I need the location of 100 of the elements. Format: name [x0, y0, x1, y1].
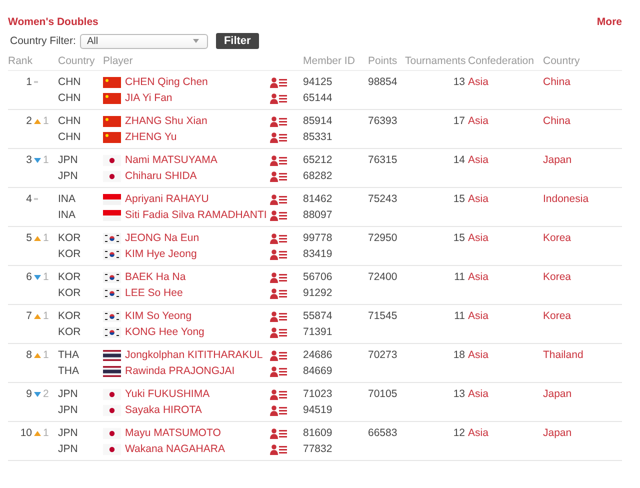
player-link[interactable]: Mayu MATSUMOTO — [125, 425, 221, 441]
profile-list-icon[interactable] — [270, 210, 287, 220]
tournament-count: 13 — [452, 387, 466, 402]
profile-list-icon[interactable] — [270, 76, 287, 88]
points: 72950 — [368, 231, 398, 246]
player-link[interactable]: Siti Fadia Silva RAMADHANTI — [125, 207, 267, 223]
profile-list-icon[interactable] — [270, 350, 287, 360]
country-code: KOR — [58, 247, 82, 262]
confederation-link[interactable]: Asia — [468, 425, 543, 441]
flag-icon — [103, 194, 121, 204]
member-id: 88097 — [303, 208, 334, 223]
member-id: 91292 — [303, 286, 334, 301]
country-code: KOR — [58, 231, 82, 246]
member-id: 94519 — [303, 403, 334, 418]
flag-icon — [103, 326, 121, 338]
confederation-link[interactable]: Asia — [468, 74, 543, 90]
filter-button[interactable]: Filter — [216, 33, 259, 49]
country-link[interactable]: Indonesia — [543, 191, 622, 207]
flag-icon — [103, 248, 121, 260]
flag-icon — [103, 350, 121, 360]
country-code: KOR — [58, 309, 82, 324]
player-link[interactable]: Yuki FUKUSHIMA — [125, 386, 210, 402]
player-link[interactable]: BAEK Ha Na — [125, 269, 186, 285]
profile-list-icon[interactable] — [270, 132, 287, 142]
profile-list-icon[interactable] — [270, 194, 287, 204]
confederation-link[interactable]: Asia — [468, 269, 543, 285]
player-link[interactable]: Wakana NAGAHARA — [125, 441, 225, 457]
profile-list-icon[interactable] — [270, 248, 287, 260]
player-link[interactable]: Chiharu SHIDA — [125, 168, 197, 184]
country-link[interactable]: Japan — [543, 386, 622, 402]
player-link[interactable]: Rawinda PRAJONGJAI — [125, 363, 235, 379]
player-link[interactable]: ZHENG Yu — [125, 129, 177, 145]
confederation-link[interactable]: Asia — [468, 230, 543, 246]
profile-list-icon[interactable] — [270, 272, 287, 282]
player-link[interactable]: KIM Hye Jeong — [125, 246, 197, 262]
player-link[interactable]: KONG Hee Yong — [125, 324, 204, 340]
tournament-count: 11 — [453, 309, 466, 324]
points: 70105 — [368, 387, 398, 402]
player-link[interactable]: LEE So Hee — [125, 285, 183, 301]
profile-list-icon[interactable] — [270, 326, 287, 338]
profile-list-icon[interactable] — [270, 404, 287, 416]
country-select[interactable]: All — [80, 34, 208, 48]
profile-list-icon[interactable] — [270, 310, 287, 322]
profile-list-icon[interactable] — [270, 170, 287, 182]
country-link[interactable]: Korea — [543, 308, 622, 324]
more-link[interactable]: More — [596, 16, 622, 28]
rank-number: 1 — [25, 75, 32, 90]
player-link[interactable]: Jongkolphan KITITHARAKUL — [125, 347, 263, 363]
country-code: KOR — [58, 270, 82, 285]
profile-list-icon[interactable] — [270, 366, 287, 376]
profile-list-icon[interactable] — [270, 232, 287, 244]
confederation-link[interactable]: Asia — [468, 308, 543, 324]
member-id: 56706 — [303, 270, 334, 285]
column-header: Player — [103, 55, 134, 67]
member-id: 77832 — [303, 442, 334, 457]
profile-list-icon[interactable] — [270, 92, 287, 104]
country-link[interactable]: Korea — [543, 230, 622, 246]
player-link[interactable]: Nami MATSUYAMA — [125, 152, 218, 168]
flag-icon — [103, 388, 121, 400]
confederation-link[interactable]: Asia — [468, 386, 543, 402]
rank-number: 5 — [25, 231, 32, 246]
country-link[interactable]: Japan — [543, 152, 622, 168]
player-link[interactable]: ZHANG Shu Xian — [125, 113, 208, 129]
player-link[interactable]: JIA Yi Fan — [125, 90, 172, 106]
rank-number: 3 — [25, 153, 32, 168]
flag-icon — [103, 404, 121, 416]
player-link[interactable]: JEONG Na Eun — [125, 230, 200, 246]
tournament-count: 15 — [452, 192, 466, 207]
country-code: INA — [58, 192, 77, 207]
flag-icon — [103, 428, 121, 438]
country-code: THA — [58, 348, 80, 363]
country-link[interactable]: Japan — [543, 425, 622, 441]
confederation-link[interactable]: Asia — [468, 152, 543, 168]
rank-change: 1 — [43, 309, 49, 324]
confederation-link[interactable]: Asia — [468, 191, 543, 207]
country-link[interactable]: China — [543, 113, 622, 129]
profile-list-icon[interactable] — [270, 154, 287, 166]
country-link[interactable]: China — [543, 74, 622, 90]
player-link[interactable]: KIM So Yeong — [125, 308, 192, 324]
points: 71545 — [368, 309, 398, 324]
flag-icon — [103, 76, 121, 88]
profile-list-icon[interactable] — [270, 116, 287, 126]
member-id: 68282 — [303, 169, 334, 184]
country-code: THA — [58, 364, 80, 379]
member-id: 99778 — [303, 231, 334, 246]
player-link[interactable]: Sayaka HIROTA — [125, 402, 202, 418]
points: 72400 — [368, 270, 398, 285]
profile-list-icon[interactable] — [270, 444, 287, 454]
country-link[interactable]: Korea — [543, 269, 622, 285]
player-link[interactable]: Apriyani RAHAYU — [125, 191, 209, 207]
rank-change: 1 — [43, 153, 49, 168]
player-link[interactable]: CHEN Qing Chen — [125, 74, 208, 90]
rank-change: 1 — [43, 426, 49, 441]
country-link[interactable]: Thailand — [543, 347, 622, 363]
profile-list-icon[interactable] — [270, 428, 287, 438]
confederation-link[interactable]: Asia — [468, 347, 543, 363]
profile-list-icon[interactable] — [270, 388, 287, 400]
profile-list-icon[interactable] — [270, 288, 287, 298]
confederation-link[interactable]: Asia — [468, 113, 543, 129]
member-id: 81462 — [303, 192, 334, 207]
